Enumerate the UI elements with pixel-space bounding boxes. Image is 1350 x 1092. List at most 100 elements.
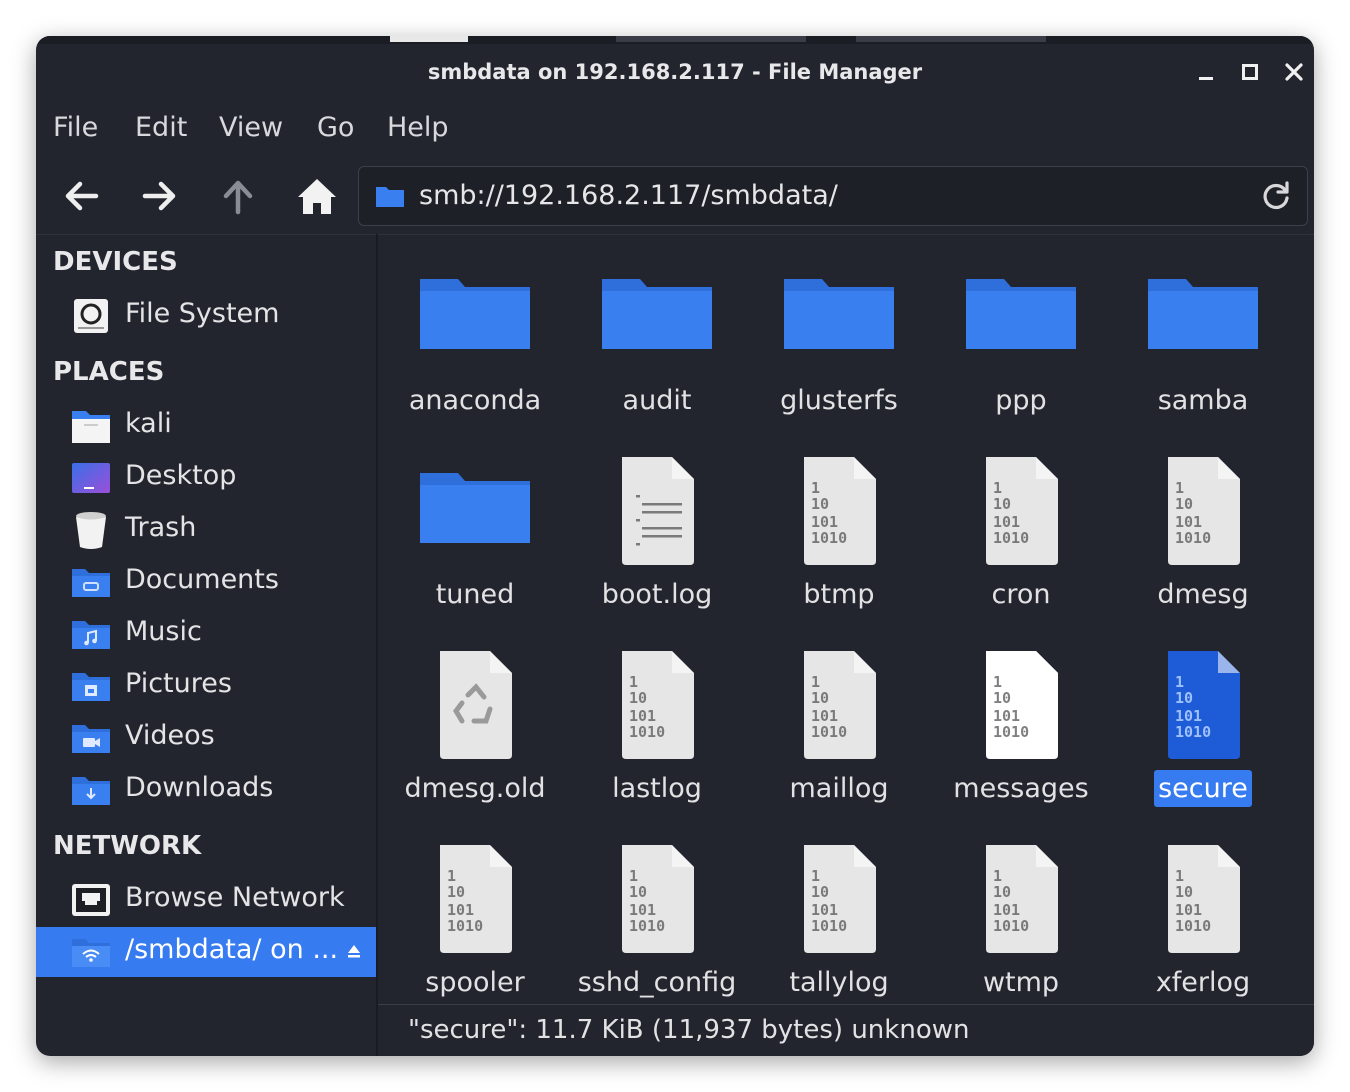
file-item[interactable]: 1 10 101 1010 lastlog [566, 623, 748, 817]
file-name-label: anaconda [408, 385, 542, 416]
file-item[interactable]: 1 10 101 1010 tallylog [748, 817, 930, 1011]
sidebar-item-downloads[interactable]: Downloads [36, 765, 376, 815]
sidebar-item-pictures[interactable]: Pictures [36, 661, 376, 711]
file-item[interactable]: 1 10 101 1010 xferlog [1112, 817, 1294, 1011]
sidebar-item-file-system[interactable]: File System [36, 291, 376, 341]
sidebar-item-browse-network[interactable]: Browse Network [36, 875, 376, 925]
svg-text:1010: 1010 [1175, 723, 1211, 741]
maximize-button[interactable] [1236, 58, 1264, 86]
close-button[interactable] [1280, 58, 1308, 86]
file-name: messages [930, 773, 1112, 804]
folder-icon [418, 263, 532, 373]
sidebar-item-kali[interactable]: kali [36, 401, 376, 451]
file-name-label: boot.log [601, 579, 713, 610]
file-item[interactable]: 1 10 101 1010 messages [930, 623, 1112, 817]
back-button[interactable] [56, 170, 108, 222]
file-name: maillog [748, 773, 930, 804]
svg-text:1010: 1010 [993, 917, 1029, 935]
file-name-label: dmesg.old [404, 773, 546, 804]
svg-text:10: 10 [993, 495, 1011, 513]
file-item[interactable]: 1 10 101 1010 secure [1112, 623, 1294, 817]
file-name-label: dmesg [1157, 579, 1249, 610]
svg-text:1010: 1010 [993, 529, 1029, 547]
arrow-right-icon [142, 181, 176, 211]
file-name: anaconda [384, 385, 566, 416]
svg-text:10: 10 [811, 883, 829, 901]
sidebar: DEVICES File System PLACES kali Desktop … [36, 234, 376, 1056]
sidebar-item-videos[interactable]: Videos [36, 713, 376, 763]
file-item[interactable]: 1 10 101 1010 cron [930, 429, 1112, 623]
sidebar-item-music[interactable]: Music [36, 609, 376, 659]
file-item[interactable]: 1 10 101 1010 maillog [748, 623, 930, 817]
location-bar[interactable]: smb://192.168.2.117/smbdata/ [358, 166, 1308, 226]
network-heading: NETWORK [53, 831, 202, 861]
forward-button[interactable] [133, 170, 185, 222]
file-name: dmesg.old [384, 773, 566, 804]
places-heading: PLACES [53, 357, 165, 387]
file-name: dmesg [1112, 579, 1294, 610]
title-bar: smbdata on 192.168.2.117 - File Manager [36, 44, 1314, 100]
sidebar-item-label: Desktop [125, 460, 237, 491]
sidebar-item-label: Music [125, 616, 202, 647]
file-name: spooler [384, 967, 566, 998]
close-icon [1285, 63, 1303, 81]
backup-file-icon [420, 651, 530, 761]
file-item[interactable]: ppp [930, 235, 1112, 429]
sidebar-item-trash[interactable]: Trash [36, 505, 376, 555]
sidebar-item-label: Pictures [125, 668, 232, 699]
file-name: sshd_config [566, 967, 748, 998]
sidebar-item-label: Videos [125, 720, 215, 751]
minimize-button[interactable] [1192, 58, 1220, 86]
file-name-label: glusterfs [780, 385, 898, 416]
parent-folder-button[interactable] [212, 170, 264, 222]
file-name-label: xferlog [1155, 967, 1251, 998]
file-item[interactable]: dmesg.old [384, 623, 566, 817]
file-item[interactable]: 1 10 101 1010 spooler [384, 817, 566, 1011]
downloads-folder-icon [72, 777, 110, 805]
file-name-label: tuned [435, 579, 515, 610]
file-item[interactable]: 1 10 101 1010 btmp [748, 429, 930, 623]
file-item[interactable]: samba [1112, 235, 1294, 429]
menu-help[interactable]: Help [387, 112, 449, 143]
svg-text:1010: 1010 [811, 529, 847, 547]
file-name-label: audit [622, 385, 692, 416]
reload-icon[interactable] [1259, 179, 1293, 213]
file-item[interactable]: anaconda [384, 235, 566, 429]
arrow-left-icon [65, 181, 99, 211]
svg-text:10: 10 [993, 689, 1011, 707]
folder-icon [600, 263, 714, 373]
file-name-label: cron [991, 579, 1051, 610]
sidebar-item-documents[interactable]: Documents [36, 557, 376, 607]
location-path[interactable]: smb://192.168.2.117/smbdata/ [419, 180, 838, 211]
minimize-icon [1199, 77, 1213, 80]
videos-folder-icon [72, 725, 110, 753]
binary-file-icon: 1 10 101 1010 [966, 651, 1076, 761]
file-name-label: secure [1154, 770, 1252, 807]
file-item[interactable]: audit [566, 235, 748, 429]
file-item[interactable]: tuned [384, 429, 566, 623]
file-name: wtmp [930, 967, 1112, 998]
file-name-label: maillog [789, 773, 889, 804]
svg-text:10: 10 [1175, 689, 1193, 707]
file-item[interactable]: 1 10 101 1010 wtmp [930, 817, 1112, 1011]
folder-icon [376, 187, 404, 207]
sidebar-item-label: Trash [125, 512, 197, 543]
binary-file-icon: 1 10 101 1010 [602, 651, 712, 761]
menu-go[interactable]: Go [317, 112, 354, 143]
sidebar-item-label: Downloads [125, 772, 274, 803]
svg-text:1010: 1010 [993, 723, 1029, 741]
menu-file[interactable]: File [53, 112, 98, 143]
eject-icon[interactable] [346, 943, 362, 959]
file-item[interactable]: 1 10 101 1010 sshd_config [566, 817, 748, 1011]
file-item[interactable]: glusterfs [748, 235, 930, 429]
menu-edit[interactable]: Edit [135, 112, 187, 143]
file-name-label: spooler [425, 967, 525, 998]
sidebar-item-smbdata-share[interactable]: /smbdata/ on ... [36, 927, 376, 977]
sidebar-item-desktop[interactable]: Desktop [36, 453, 376, 503]
file-item[interactable]: boot.log [566, 429, 748, 623]
file-name: tallylog [748, 967, 930, 998]
desktop-icon [72, 463, 110, 493]
file-item[interactable]: 1 10 101 1010 dmesg [1112, 429, 1294, 623]
home-button[interactable] [291, 170, 343, 222]
menu-view[interactable]: View [219, 112, 283, 143]
